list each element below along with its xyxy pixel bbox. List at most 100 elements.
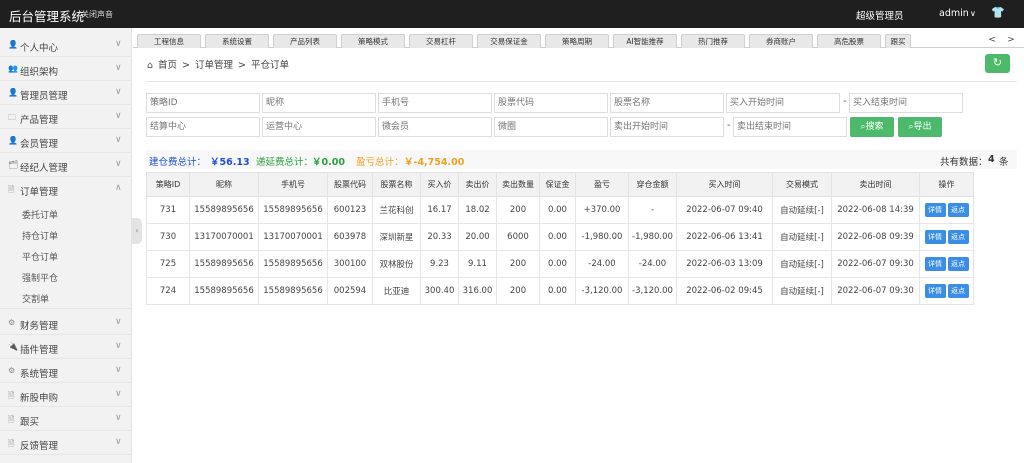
sidebar-item-ipo[interactable]: 🗎 新股申购 ∨	[0, 385, 132, 407]
breadcrumb-parent[interactable]: 订单管理	[195, 60, 233, 71]
col-buy-price[interactable]: 买入价	[420, 172, 459, 197]
chevron-down-icon[interactable]: ∨	[970, 9, 976, 18]
tab-margin[interactable]: 交易保证金	[477, 34, 541, 48]
operation-center-field[interactable]	[262, 117, 376, 137]
chevron-down-icon: ∨	[115, 365, 122, 375]
tab-scroll-left-icon[interactable]: <	[983, 33, 1001, 48]
sidebar-item-products[interactable]: 🗀 产品管理 ∨	[0, 107, 132, 129]
strategy-id-field[interactable]	[146, 93, 260, 113]
sidebar-subitem-closed-orders[interactable]: 平仓订单	[0, 246, 132, 267]
gear-icon: ⚙	[8, 366, 16, 375]
rebate-button[interactable]: 返点	[947, 203, 969, 217]
detail-button[interactable]: 详情	[924, 203, 946, 217]
col-sell-qty[interactable]: 卖出数量	[496, 172, 540, 197]
table-row: 724 15589895656 15589895656 002594 比亚迪 3…	[146, 277, 974, 305]
pnl-total-label: 盈亏总计：	[356, 157, 404, 168]
rebate-button[interactable]: 返点	[947, 284, 969, 298]
col-margin[interactable]: 保证金	[539, 172, 576, 197]
detail-button[interactable]: 详情	[924, 230, 946, 244]
col-phone[interactable]: 手机号	[258, 172, 328, 197]
tab-product-list[interactable]: 产品列表	[273, 34, 337, 48]
phone-field[interactable]	[378, 93, 492, 113]
chevron-down-icon: ∨	[115, 341, 122, 351]
tab-hot-recommend[interactable]: 热门推荐	[681, 34, 745, 48]
folder-icon: 🗀	[8, 113, 16, 122]
table-row: 731 15589895656 15589895656 600123 兰花科创 …	[146, 196, 974, 224]
tab-strategy-period[interactable]: 策略周期	[545, 34, 609, 48]
sidebar-item-members[interactable]: 👤 会员管理 ∨	[0, 131, 132, 153]
col-stock-code[interactable]: 股票代码	[327, 172, 373, 197]
theme-shirt-icon[interactable]: 👕	[991, 6, 1005, 19]
buy-start-time-field[interactable]	[726, 93, 840, 113]
range-dash: -	[727, 120, 731, 131]
buy-end-time-field[interactable]	[849, 93, 963, 113]
table-row: 725 15589895656 15589895656 300100 双林股份 …	[146, 250, 974, 278]
sidebar-item-system[interactable]: ⚙ 系统管理 ∨	[0, 361, 132, 383]
sidebar-item-brokers[interactable]: 🗂 经纪人管理 ∨	[0, 155, 132, 177]
mute-sound-link[interactable]: 关闭声音	[81, 9, 113, 20]
refresh-button[interactable]: ↻	[985, 54, 1010, 73]
tab-project-info[interactable]: 工程信息	[137, 34, 201, 48]
sidebar-item-feedback[interactable]: 🗎 反馈管理 ∨	[0, 433, 132, 455]
sidebar-collapse-handle[interactable]: ‹	[132, 218, 142, 244]
sidebar-subitem-entrust-orders[interactable]: 委托订单	[0, 204, 132, 225]
detail-button[interactable]: 详情	[924, 257, 946, 271]
micro-circle-field[interactable]	[494, 117, 608, 137]
tab-leverage[interactable]: 交易杠杆	[409, 34, 473, 48]
chevron-down-icon: ∨	[115, 63, 122, 73]
sidebar-item-profile[interactable]: 👤 个人中心 ∨	[0, 35, 132, 57]
filter-form: - - ⌕搜索 ⌕导出	[146, 81, 1017, 141]
tab-system-settings[interactable]: 系统设置	[205, 34, 269, 48]
table-row: 730 13170070001 13170070001 603978 深圳新星 …	[146, 223, 974, 251]
col-trade-mode[interactable]: 交易模式	[772, 172, 832, 197]
sidebar-item-finance[interactable]: ⚙ 财务管理 ∨	[0, 313, 132, 335]
micro-member-field[interactable]	[378, 117, 492, 137]
tab-broker-accounts[interactable]: 券商账户	[749, 34, 813, 48]
col-buy-time[interactable]: 买入时间	[676, 172, 773, 197]
breadcrumb-home[interactable]: 首页	[158, 60, 177, 71]
col-stock-name[interactable]: 股票名称	[372, 172, 421, 197]
detail-button[interactable]: 详情	[924, 284, 946, 298]
stock-name-field[interactable]	[610, 93, 724, 113]
tab-scroll-right-icon[interactable]: >	[1002, 33, 1020, 48]
col-nickname[interactable]: 昵称	[189, 172, 259, 197]
tab-ai-recommend[interactable]: AI智能推荐	[613, 34, 677, 48]
document-icon: 🗎	[8, 391, 15, 400]
tab-follow-buy[interactable]: 跟买	[885, 34, 911, 48]
record-count-value: 4	[988, 154, 995, 165]
nickname-field[interactable]	[262, 93, 376, 113]
rebate-button[interactable]: 返点	[947, 230, 969, 244]
sidebar-subitem-delivery[interactable]: 交割单	[0, 288, 132, 309]
sidebar-subitem-forced-close[interactable]: 强制平仓	[0, 267, 132, 288]
sell-start-time-field[interactable]	[610, 117, 724, 137]
tab-strategy-mode[interactable]: 策略模式	[341, 34, 405, 48]
col-sell-time[interactable]: 卖出时间	[831, 172, 920, 197]
sidebar-item-follow-buy[interactable]: 🗎 跟买 ∨	[0, 409, 132, 431]
chevron-down-icon: ∨	[115, 413, 122, 423]
sidebar-item-plugins[interactable]: 🔌 插件管理 ∨	[0, 337, 132, 359]
home-icon[interactable]: ⌂	[147, 60, 153, 71]
sell-end-time-field[interactable]	[733, 117, 847, 137]
stock-code-field[interactable]	[494, 93, 608, 113]
col-breach-amount[interactable]: 穿仓金额	[628, 172, 677, 197]
sidebar: 👤 个人中心 ∨ 👥 组织架构 ∨ 👤 管理员管理 ∨ 🗀 产品管理 ∨ 👤 会员管理 ∨ 🗂 经纪人…	[0, 28, 132, 463]
sidebar-item-admins[interactable]: 👤 管理员管理 ∨	[0, 83, 132, 105]
top-header: 后台管理系统 关闭声音 超级管理员 admin ∨ 👕	[0, 0, 1024, 28]
rebate-button[interactable]: 返点	[947, 257, 969, 271]
user-menu[interactable]: admin	[939, 8, 969, 19]
tab-high-risk-stocks[interactable]: 高危股票	[817, 34, 881, 48]
breadcrumb: ⌂ 首页 > 订单管理 > 平仓订单	[147, 60, 290, 71]
col-pnl[interactable]: 盈亏	[575, 172, 629, 197]
record-count-unit: 条	[999, 157, 1009, 168]
sidebar-subitem-holding-orders[interactable]: 持仓订单	[0, 225, 132, 246]
chevron-down-icon: ∨	[115, 389, 122, 399]
col-sell-price[interactable]: 卖出价	[458, 172, 497, 197]
col-strategy-id[interactable]: 策略ID	[146, 172, 190, 197]
export-button[interactable]: ⌕导出	[898, 117, 942, 137]
table-header-row: 策略ID 昵称 手机号 股票代码 股票名称 买入价 卖出价 卖出数量 保证金 盈…	[146, 172, 974, 197]
sidebar-item-org[interactable]: 👥 组织架构 ∨	[0, 59, 132, 81]
search-button[interactable]: ⌕搜索	[850, 117, 894, 137]
sidebar-item-orders[interactable]: 🗎 订单管理 ∧	[0, 179, 132, 201]
record-count-label: 共有数据：	[940, 157, 988, 168]
settlement-center-field[interactable]	[146, 117, 260, 137]
